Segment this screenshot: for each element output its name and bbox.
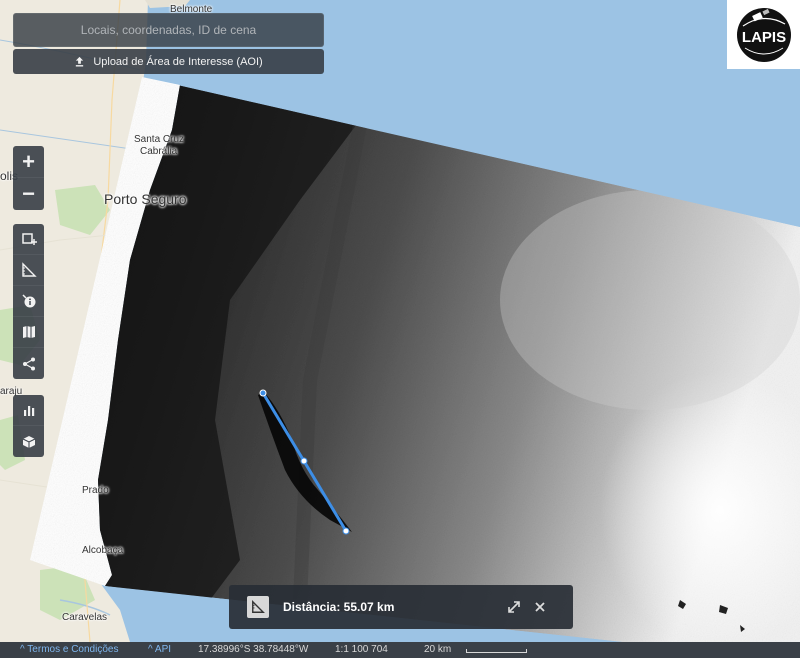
close-icon <box>535 602 545 612</box>
cube-icon <box>22 435 35 448</box>
draw-aoi-button[interactable] <box>13 224 44 255</box>
zoom-in-button[interactable]: + <box>13 146 44 178</box>
place-label-porto-seguro: Porto Seguro <box>104 191 187 207</box>
ruler-icon <box>252 600 265 613</box>
cursor-coordinates: 17.38996°S 38.78448°W <box>198 644 309 655</box>
lapis-logo-emblem: LAPIS <box>736 7 791 62</box>
map-tools <box>13 224 44 379</box>
draw-aoi-icon <box>21 233 37 245</box>
3d-view-button[interactable] <box>13 426 44 457</box>
chevron-up-icon: ^ <box>148 644 155 655</box>
measure-button[interactable] <box>13 255 44 286</box>
lapis-logo: LAPIS <box>727 0 800 69</box>
terms-link[interactable]: ^ Termos e Condições <box>20 644 118 655</box>
place-label-cabralia: Cabrália <box>140 146 178 157</box>
expand-icon <box>508 601 520 613</box>
share-button[interactable] <box>13 348 44 379</box>
upload-aoi-label: Upload de Área de Interesse (AOI) <box>93 55 263 68</box>
scalebar-label: 20 km <box>424 644 452 655</box>
distance-readout: Distância: 55.07 km <box>283 600 395 614</box>
map-scale: 1:1 100 704 <box>335 644 388 655</box>
search-box[interactable] <box>13 13 324 47</box>
share-icon <box>22 357 35 370</box>
info-pin-icon <box>21 294 35 308</box>
statistics-button[interactable] <box>13 395 44 426</box>
layers-book-button[interactable] <box>13 317 44 348</box>
upload-icon <box>76 56 84 67</box>
place-label-prado: Prado <box>82 485 109 496</box>
ruler-icon <box>21 262 37 277</box>
measure-panel: Distância: 55.07 km <box>229 585 573 629</box>
lapis-logo-text: LAPIS <box>741 29 785 46</box>
scalebar <box>466 649 527 653</box>
place-label-caravelas: Caravelas <box>62 612 108 623</box>
expand-measure-button[interactable] <box>507 600 521 614</box>
analysis-tools <box>13 395 44 457</box>
api-link[interactable]: ^ API <box>148 644 171 655</box>
place-label-alcobaca: Alcobaça <box>82 545 124 556</box>
map-book-icon <box>22 326 35 338</box>
upload-aoi-button[interactable]: Upload de Área de Interesse (AOI) <box>13 49 324 74</box>
map-canvas[interactable]: Belmonte Santa Cruz Cabrália Porto Segur… <box>0 0 800 658</box>
search-input[interactable] <box>14 14 323 46</box>
status-bar: ^ Termos e Condições ^ API 17.38996°S 38… <box>0 642 800 658</box>
close-measure-button[interactable] <box>533 600 547 614</box>
bar-chart-icon <box>23 406 34 416</box>
zoom-out-button[interactable]: − <box>13 178 44 210</box>
measure-panel-icon <box>247 596 269 618</box>
zoom-controls: + − <box>13 146 44 210</box>
place-label-santa-cruz: Santa Cruz <box>134 134 185 145</box>
point-info-button[interactable] <box>13 286 44 317</box>
